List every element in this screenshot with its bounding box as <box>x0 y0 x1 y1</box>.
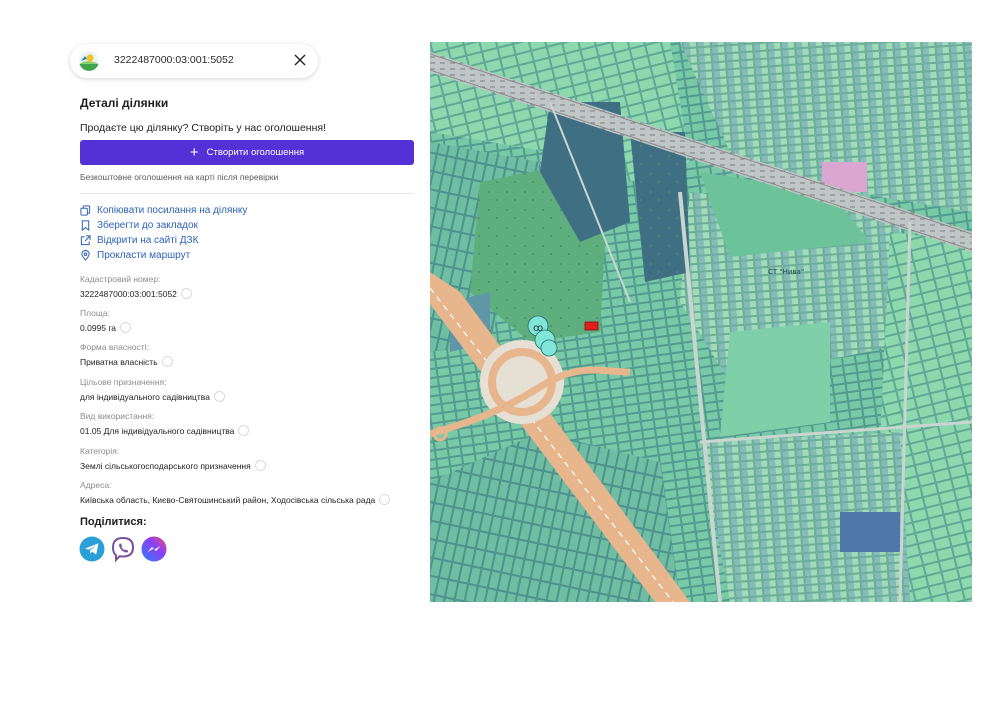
cadastral-number-text: 3222487000:03:001:5052 <box>80 288 177 299</box>
info-icon[interactable] <box>180 288 192 299</box>
plus-icon: + <box>189 144 199 161</box>
info-icon[interactable] <box>161 356 173 367</box>
divider <box>80 193 414 194</box>
route-label: Прокласти маршрут <box>97 250 191 261</box>
usage-value: 01.05 Для індивідуального садівництва <box>80 425 250 436</box>
search-bar[interactable]: 3222487000:03:001:5052 <box>70 44 318 78</box>
viber-icon[interactable] <box>110 536 136 562</box>
external-link-icon <box>80 235 91 246</box>
bookmark-label: Зберегти до закладок <box>97 220 198 231</box>
location-pin-icon <box>81 250 90 261</box>
parcel-details-panel: 3222487000:03:001:5052 Деталі ділянки Пр… <box>68 40 420 605</box>
info-icon[interactable] <box>238 425 250 436</box>
green-area <box>720 322 830 437</box>
cadastral-number-label: Кадастровий номер: <box>80 274 161 284</box>
cadastral-number-value: 3222487000:03:001:5052 <box>80 288 192 299</box>
ownership-value: Приватна власність <box>80 356 173 367</box>
share-title: Поділитися: <box>80 516 147 528</box>
usage-label: Вид використання: <box>80 411 155 421</box>
open-dzk-label: Відкрити на сайті ДЗК <box>97 235 199 246</box>
address-value: Київська область, Києво-Святошинський ра… <box>80 494 391 505</box>
selected-parcel[interactable] <box>584 321 599 331</box>
map-label: СТ "Нива" <box>768 268 804 276</box>
bookmark-icon <box>81 220 90 231</box>
pond-area <box>840 512 900 552</box>
category-value: Землі сільськогосподарського призначення <box>80 460 266 471</box>
svg-text:ꝏ: ꝏ <box>533 323 543 334</box>
area-label: Площа: <box>80 308 110 318</box>
area-value: 0.0995 га <box>80 322 132 333</box>
info-icon[interactable] <box>120 322 132 333</box>
info-icon[interactable] <box>379 494 391 505</box>
category-label: Категорія: <box>80 446 120 456</box>
ownership-text: Приватна власність <box>80 356 158 367</box>
search-value[interactable]: 3222487000:03:001:5052 <box>114 54 234 66</box>
app-logo-icon <box>79 51 99 71</box>
copy-link-label: Копіювати посилання на ділянку <box>97 205 248 216</box>
cadastral-map[interactable]: ꝏ СТ "Нива" <box>430 42 972 602</box>
purpose-label: Цільове призначення: <box>80 377 167 387</box>
create-listing-button[interactable]: + Створити оголошення <box>80 140 414 165</box>
info-icon[interactable] <box>254 460 266 471</box>
create-listing-label: Створити оголошення <box>206 147 305 158</box>
category-text: Землі сільськогосподарського призначення <box>80 460 251 471</box>
area-text: 0.0995 га <box>80 322 117 333</box>
map-canvas[interactable]: ꝏ СТ "Нива" <box>430 42 972 602</box>
address-label: Адреса: <box>80 480 112 490</box>
ownership-label: Форма власності: <box>80 342 149 352</box>
messenger-icon[interactable] <box>141 536 167 562</box>
address-text: Київська область, Києво-Святошинський ра… <box>80 494 376 505</box>
purpose-value: для індивідуального садівництва <box>80 391 225 402</box>
sell-prompt: Продаєте цю ділянку? Створіть у нас огол… <box>80 122 326 134</box>
telegram-icon[interactable] <box>79 536 105 562</box>
copy-link-action[interactable]: Копіювати посилання на ділянку <box>80 205 247 216</box>
usage-text: 01.05 Для індивідуального садівництва <box>80 425 235 436</box>
panel-title: Деталі ділянки <box>80 96 169 110</box>
purpose-text: для індивідуального садівництва <box>80 391 210 402</box>
info-icon[interactable] <box>213 391 225 402</box>
copy-icon <box>80 205 91 216</box>
route-action[interactable]: Прокласти маршрут <box>80 250 190 261</box>
open-dzk-action[interactable]: Відкрити на сайті ДЗК <box>80 235 198 246</box>
bookmark-action[interactable]: Зберегти до закладок <box>80 220 198 231</box>
close-icon[interactable] <box>290 50 310 70</box>
free-listing-note: Безкоштовне оголошення на карті після пе… <box>80 172 279 182</box>
